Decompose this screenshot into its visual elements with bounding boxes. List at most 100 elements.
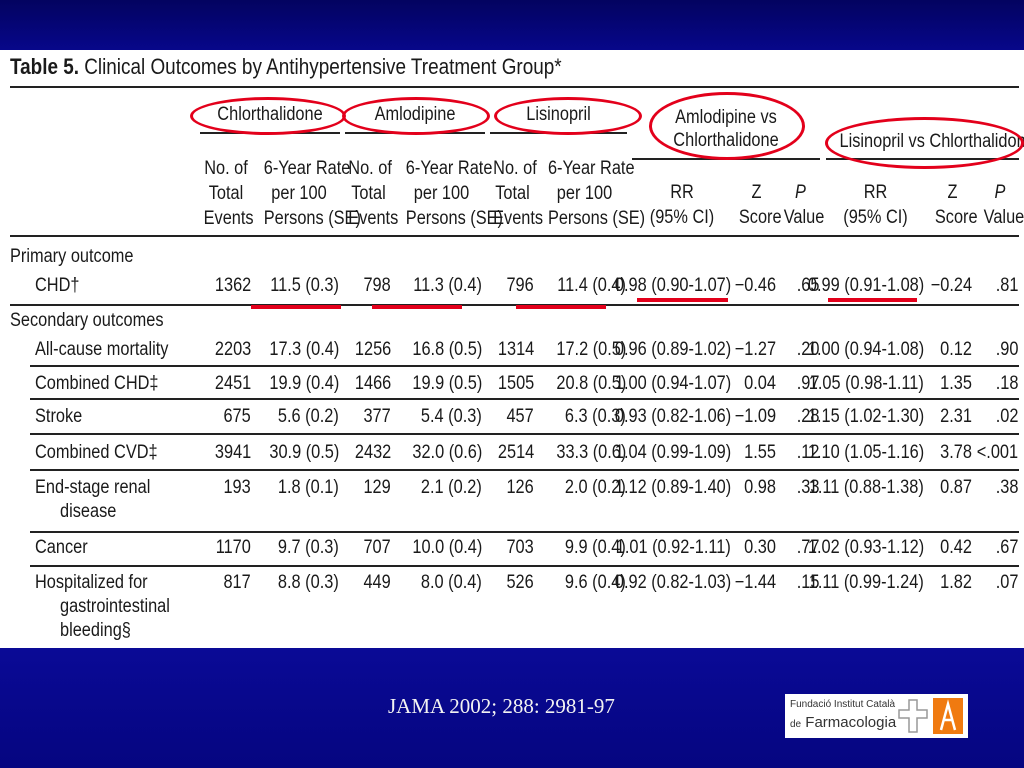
table-cell: −0.46	[734, 275, 776, 296]
table-cell: 817	[223, 572, 251, 593]
row-label: Stroke	[35, 406, 83, 427]
table-cell: 1505	[497, 373, 534, 394]
table-cell: 0.30	[744, 537, 776, 558]
highlight-oval-amlodipine-vs	[649, 92, 805, 160]
table-title-text: Clinical Outcomes by Antihypertensive Tr…	[84, 54, 562, 79]
table-cell: .38	[995, 477, 1018, 498]
table-cell: 1.12 (0.89-1.40)	[614, 477, 731, 498]
table-cell: 1.00 (0.94-1.08)	[807, 339, 924, 360]
logo-line2: de Farmacologia	[790, 714, 896, 731]
column-header-z: Score	[738, 207, 782, 228]
column-header-rate: per 100	[413, 183, 470, 204]
logo-line1: Fundació Institut Català	[790, 699, 896, 710]
table-cell: 1.00 (0.94-1.07)	[614, 373, 731, 394]
table-cell: 11.3 (0.4)	[413, 275, 482, 296]
table-cell: 19.9 (0.5)	[412, 373, 482, 394]
table-cell: 1.55	[744, 442, 776, 463]
logo-prefix: de	[790, 719, 802, 730]
rule-mortality	[30, 365, 1019, 367]
table-cell: 8.8 (0.3)	[278, 572, 339, 593]
table-cell: 11.5 (0.3)	[270, 275, 339, 296]
table-cell: −0.24	[930, 275, 972, 296]
table-cell: 1466	[354, 373, 391, 394]
section-secondary: Secondary outcomes	[10, 310, 164, 331]
top-band	[0, 0, 1024, 50]
table-cell: 2451	[214, 373, 251, 394]
table-cell: 2432	[354, 442, 391, 463]
table-cell: 1.10 (1.05-1.16)	[807, 442, 924, 463]
table-cell: <.001	[976, 442, 1018, 463]
column-header-events: Total	[495, 183, 530, 204]
highlight-oval-lisinopril-vs	[825, 117, 1024, 169]
table-cell: 2.1 (0.2)	[421, 477, 482, 498]
column-header-events: Total	[351, 183, 386, 204]
rule-header	[10, 235, 1019, 237]
row-label: Hospitalized for	[35, 572, 148, 593]
table-cell: 0.92 (0.82-1.03)	[614, 572, 731, 593]
table-cell: −1.27	[734, 339, 776, 360]
table-cell: 1.11 (0.88-1.38)	[808, 477, 924, 498]
column-header-events: No. of	[348, 158, 392, 179]
column-header-rr: (95% CI)	[843, 207, 908, 228]
column-header-rate: 6-Year Rate	[547, 158, 635, 179]
table-cell: 1.82	[940, 572, 972, 593]
rule-cvd	[30, 469, 1019, 471]
table-cell: 675	[223, 406, 251, 427]
table-cell: 0.42	[940, 537, 972, 558]
table-cell: 30.9 (0.5)	[269, 442, 339, 463]
table-cell: 1314	[497, 339, 534, 360]
column-header-rr: RR	[670, 182, 694, 203]
table-cell: 1.35	[940, 373, 972, 394]
table-cell: 0.12	[940, 339, 972, 360]
highlight-oval-lisinopril	[494, 97, 642, 135]
table-cell: 9.7 (0.3)	[278, 537, 339, 558]
rule-chd	[30, 398, 1019, 400]
row-label: gastrointestinal	[60, 596, 170, 617]
table-cell: 0.98	[744, 477, 776, 498]
table-cell: 2203	[214, 339, 251, 360]
rule-stroke	[30, 433, 1019, 435]
highlight-underline-lisinopril-rate	[516, 305, 606, 309]
row-label: Cancer	[35, 537, 88, 558]
table-cell: 526	[506, 572, 534, 593]
table-cell: .02	[995, 406, 1018, 427]
table-cell: 1.15 (1.02-1.30)	[807, 406, 924, 427]
column-header-events: Events	[203, 208, 254, 229]
column-header-z: Z	[947, 182, 958, 203]
highlight-underline-amlodipine-rr	[637, 298, 728, 302]
table-cell: 19.9 (0.4)	[269, 373, 339, 394]
column-header-rr: RR	[863, 182, 888, 203]
column-header-z: Z	[751, 182, 762, 203]
table-cell: 707	[363, 537, 391, 558]
column-header-p: P	[795, 182, 806, 203]
table-cell: 5.6 (0.2)	[278, 406, 339, 427]
rule-primary	[10, 304, 1019, 306]
table-cell: −1.44	[734, 572, 776, 593]
table-cell: 16.8 (0.5)	[412, 339, 482, 360]
logo-name: Farmacologia	[805, 714, 897, 731]
column-header-p: Value	[983, 207, 1024, 228]
column-header-p: P	[994, 182, 1006, 203]
table-cell: 1.8 (0.1)	[278, 477, 339, 498]
table-cell: 129	[363, 477, 391, 498]
column-header-rate: Persons (SE)	[263, 208, 361, 229]
row-label: Combined CHD‡	[35, 373, 159, 394]
table-cell: 3.78	[940, 442, 972, 463]
row-label: End-stage renal	[35, 477, 151, 498]
table-number: Table 5.	[10, 54, 80, 79]
table-cell: 2.31	[940, 406, 972, 427]
column-header-rate: per 100	[556, 183, 613, 204]
table-cell: .07	[995, 572, 1018, 593]
table-cell: 1.04 (0.99-1.09)	[614, 442, 731, 463]
highlight-underline-chlorthalidone-rate	[251, 305, 341, 309]
table-cell: −1.09	[734, 406, 776, 427]
table-cell: 1.11 (0.99-1.24)	[808, 572, 924, 593]
table-cell: 0.87	[940, 477, 972, 498]
table-cell: 449	[363, 572, 391, 593]
table-cell: 0.98 (0.90-1.07)	[614, 275, 731, 296]
table-cell: 32.0 (0.6)	[412, 442, 482, 463]
table-cell: 1.02 (0.93-1.12)	[807, 537, 924, 558]
column-header-events: Events	[348, 208, 399, 229]
table-cell: 1170	[215, 537, 251, 558]
table-cell: 457	[506, 406, 534, 427]
